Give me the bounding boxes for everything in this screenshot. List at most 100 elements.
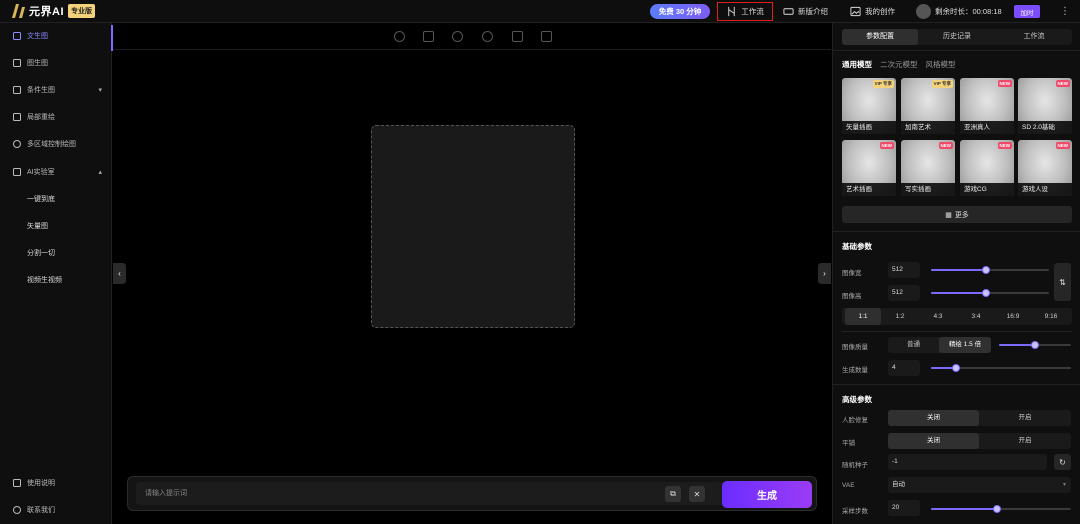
count-input[interactable]: 4	[888, 360, 920, 376]
more-models-button[interactable]: ▦ 更多	[842, 206, 1072, 223]
vae-select[interactable]: 自动 ▾	[888, 477, 1071, 493]
plan-badge: 专业版	[68, 4, 95, 18]
sidebar-item-label: 多区域控制绘图	[27, 141, 76, 148]
model-tab-style[interactable]: 风格模型	[926, 59, 956, 70]
new-intro-link[interactable]: 新版介绍	[783, 0, 828, 23]
sidebar-item-text-to-image[interactable]: 文生图	[0, 25, 113, 51]
width-input[interactable]: 512	[888, 262, 920, 278]
new-badge: NEW	[997, 80, 1012, 87]
sidebar-item-conditional[interactable]: 条件生图 ▾	[0, 79, 112, 101]
more-menu-icon[interactable]: ⋮	[1060, 5, 1070, 18]
sidebar-item-image-to-image[interactable]: 图生图	[0, 52, 112, 74]
sidebar-item-inpaint[interactable]: 局部重绘	[0, 106, 112, 128]
lab-icon	[13, 168, 21, 176]
tab-workflow[interactable]: 工作流	[996, 29, 1072, 45]
sidebar-item-label: 一键到底	[27, 196, 55, 203]
sidebar-item-multi-region[interactable]: 多区域控制绘图	[0, 133, 112, 155]
quality-option[interactable]: 普通	[888, 337, 939, 353]
model-card[interactable]: NEW 游戏人设	[1018, 140, 1072, 196]
workflow-button[interactable]: 工作流	[717, 2, 773, 21]
sidebar-item-label: 矢量图	[27, 223, 48, 230]
settings-panel: 参数配置 历史记录 工作流 通用模型 二次元模型 风格模型 VIP 专享 矢量插…	[832, 23, 1080, 524]
new-badge: NEW	[1055, 80, 1070, 87]
add-time-button[interactable]: 加时	[1014, 5, 1040, 18]
sidebar-item-one-click[interactable]: 一键到底	[0, 188, 112, 210]
ratio-option[interactable]: 3:4	[958, 308, 994, 325]
tiling-off[interactable]: 关闭	[888, 433, 979, 449]
avatar[interactable]	[916, 4, 931, 19]
face-fix-toggle: 关闭 开启	[888, 410, 1071, 426]
sidebar-item-label: AI实验室	[27, 169, 55, 176]
sidebar-item-segment[interactable]: 分割一切	[0, 242, 112, 264]
steps-label: 采样步数	[842, 508, 868, 515]
count-slider[interactable]	[931, 364, 1071, 372]
workflow-label: 工作流	[741, 7, 764, 16]
hand-icon[interactable]	[482, 31, 493, 42]
headset-icon	[13, 506, 21, 514]
emoji-icon[interactable]	[452, 31, 463, 42]
model-card[interactable]: NEW 写实插画	[901, 140, 955, 196]
face-fix-on[interactable]: 开启	[979, 410, 1071, 426]
height-input[interactable]: 512	[888, 285, 920, 301]
model-card[interactable]: NEW 游戏CG	[960, 140, 1014, 196]
copy-icon[interactable]: ⧉	[665, 486, 681, 502]
tab-history[interactable]: 历史记录	[919, 29, 995, 45]
chevron-down-icon: ▾	[98, 87, 102, 94]
free-time-badge[interactable]: 免费 30 分钟	[650, 4, 710, 19]
logo[interactable]: 元界AI 专业版	[10, 3, 95, 19]
model-tabs: 通用模型 二次元模型 风格模型	[842, 59, 956, 70]
clear-icon[interactable]: ✕	[689, 486, 705, 502]
ratio-option[interactable]: 1:1	[845, 308, 881, 325]
quality-label: 图像质量	[842, 344, 868, 351]
height-slider[interactable]	[931, 289, 1049, 297]
count-label: 生成数量	[842, 367, 868, 374]
canvas-area: ‹ › ⧉ ✕ 生成	[113, 23, 831, 524]
prompt-input[interactable]	[136, 482, 728, 505]
model-tab-anime[interactable]: 二次元模型	[880, 59, 918, 70]
refresh-icon[interactable]: ↻	[1054, 454, 1071, 470]
fullscreen-icon[interactable]	[512, 31, 523, 42]
collapse-left-icon[interactable]: ‹	[113, 263, 126, 284]
ratio-option[interactable]: 1:2	[882, 308, 918, 325]
model-card[interactable]: NEW 亚洲真人	[960, 78, 1014, 134]
ratio-option[interactable]: 16:9	[995, 308, 1031, 325]
sidebar-item-label: 条件生图	[27, 87, 55, 94]
ratio-option[interactable]: 4:3	[920, 308, 956, 325]
remaining-time: 剩余时长：00:08:18	[935, 7, 1002, 16]
sidebar-item-help[interactable]: 使用说明	[0, 472, 112, 494]
advanced-params-title: 高级参数	[842, 395, 872, 404]
model-card-label: 游戏CG	[960, 183, 1014, 196]
tab-params[interactable]: 参数配置	[842, 29, 918, 45]
sidebar-item-vector[interactable]: 矢量图	[0, 215, 112, 237]
sidebar-item-ai-lab[interactable]: AI实验室 ▴	[0, 161, 112, 183]
tiling-label: 平铺	[842, 440, 855, 447]
steps-input[interactable]: 20	[888, 500, 920, 516]
quality-slider[interactable]	[999, 341, 1071, 349]
my-works-link[interactable]: 我的创作	[850, 0, 895, 23]
model-card-label: 矢量插画	[842, 121, 896, 134]
seed-input[interactable]: -1	[888, 454, 1047, 470]
generate-button[interactable]: 生成	[722, 481, 812, 508]
tiling-on[interactable]: 开启	[979, 433, 1071, 449]
swap-dimensions-icon[interactable]: ⇅	[1054, 263, 1071, 301]
sidebar-item-video[interactable]: 视频生视频	[0, 269, 112, 291]
width-slider[interactable]	[931, 266, 1049, 274]
model-card[interactable]: NEW SD 2.0基础	[1018, 78, 1072, 134]
ratio-option[interactable]: 9:16	[1033, 308, 1069, 325]
model-card[interactable]: NEW 艺术插画	[842, 140, 896, 196]
face-fix-off[interactable]: 关闭	[888, 410, 979, 426]
sidebar-item-contact[interactable]: 联系我们	[0, 499, 112, 521]
model-tab-general[interactable]: 通用模型	[842, 59, 872, 70]
quality-option[interactable]: 精绘 1.5 倍	[939, 337, 991, 353]
top-bar: 元界AI 专业版 免费 30 分钟 工作流 新版介绍 我的创作 剩余时长：00:…	[0, 0, 1080, 23]
grid-icon[interactable]	[423, 31, 434, 42]
sidebar-item-label: 联系我们	[27, 507, 55, 514]
model-card[interactable]: VIP 专享 矢量插画	[842, 78, 896, 134]
document-icon[interactable]	[541, 31, 552, 42]
image-icon	[850, 6, 861, 17]
steps-slider[interactable]	[931, 505, 1071, 513]
model-card[interactable]: VIP 专享 加南艺术	[901, 78, 955, 134]
inpaint-icon	[13, 113, 21, 121]
collapse-right-icon[interactable]: ›	[818, 263, 831, 284]
reset-icon[interactable]	[394, 31, 405, 42]
